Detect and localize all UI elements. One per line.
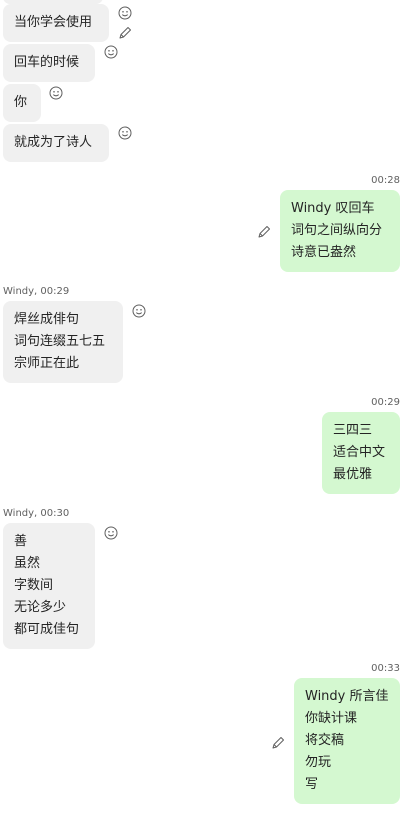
message-sender-timestamp: Windy, 00:30 (3, 508, 70, 519)
pencil-edit-icon[interactable] (256, 224, 272, 240)
message-line: 你 (14, 95, 28, 110)
message-line: 善 (14, 534, 28, 549)
message-line: 都可成佳句 (14, 622, 80, 637)
message-line: 当你学会使用 (14, 15, 93, 30)
message-line: 你缺计课 (305, 711, 358, 726)
message-line: 将交稿 (305, 733, 345, 748)
message-bubble[interactable]: 焊丝成俳句 词句连缀五七五 宗师正在此 (3, 301, 123, 383)
message-line: 适合中文 (333, 445, 386, 460)
message-line: 勿玩 (305, 755, 332, 770)
message-line: 字数间 (14, 578, 54, 593)
pencil-edit-icon[interactable] (117, 25, 133, 41)
smiley-reaction-icon[interactable] (48, 85, 64, 101)
message-sender-timestamp: Windy, 00:29 (3, 286, 70, 297)
message-bubble[interactable]: 三四三 适合中文 最优雅 (322, 412, 400, 494)
message-bubble[interactable]: 你 (3, 84, 41, 122)
message-timestamp: 00:29 (371, 397, 400, 408)
message-line: 焊丝成俳句 (14, 312, 80, 327)
message-line: 诗意已盎然 (291, 245, 357, 260)
smiley-reaction-icon[interactable] (103, 44, 119, 60)
message-line: 无论多少 (14, 600, 67, 615)
message-line: 写 (305, 777, 319, 792)
message-line: 就成为了诗人 (14, 135, 93, 150)
smiley-reaction-icon[interactable] (131, 303, 147, 319)
message-bubble[interactable]: 回车的时候 (3, 44, 95, 82)
smiley-reaction-icon[interactable] (117, 125, 133, 141)
message-line: 宗师正在此 (14, 356, 80, 371)
message-line: 词句连缀五七五 (14, 334, 106, 349)
message-line: 回车的时候 (14, 55, 80, 70)
pencil-edit-icon[interactable] (270, 735, 286, 751)
message-bubble[interactable]: 当你学会使用 (3, 4, 109, 42)
message-line: 三四三 (333, 423, 373, 438)
message-line: 虽然 (14, 556, 41, 571)
message-line: Windy 所言佳 (305, 689, 389, 704)
message-line: 最优雅 (333, 467, 373, 482)
smiley-reaction-icon[interactable] (103, 525, 119, 541)
message-line: Windy 叹回车 (291, 201, 375, 216)
message-timestamp: 00:28 (371, 175, 400, 186)
message-bubble[interactable]: Windy 所言佳 你缺计课 将交稿 勿玩 写 (294, 678, 400, 804)
message-line: 词句之间纵向分 (291, 223, 383, 238)
message-bubble[interactable]: 善 虽然 字数间 无论多少 都可成佳句 (3, 523, 95, 649)
message-bubble[interactable]: 就成为了诗人 (3, 124, 109, 162)
message-timestamp: 00:33 (371, 663, 400, 674)
smiley-reaction-icon[interactable] (117, 5, 133, 21)
message-bubble[interactable]: Windy 叹回车 词句之间纵向分 诗意已盎然 (280, 190, 400, 272)
